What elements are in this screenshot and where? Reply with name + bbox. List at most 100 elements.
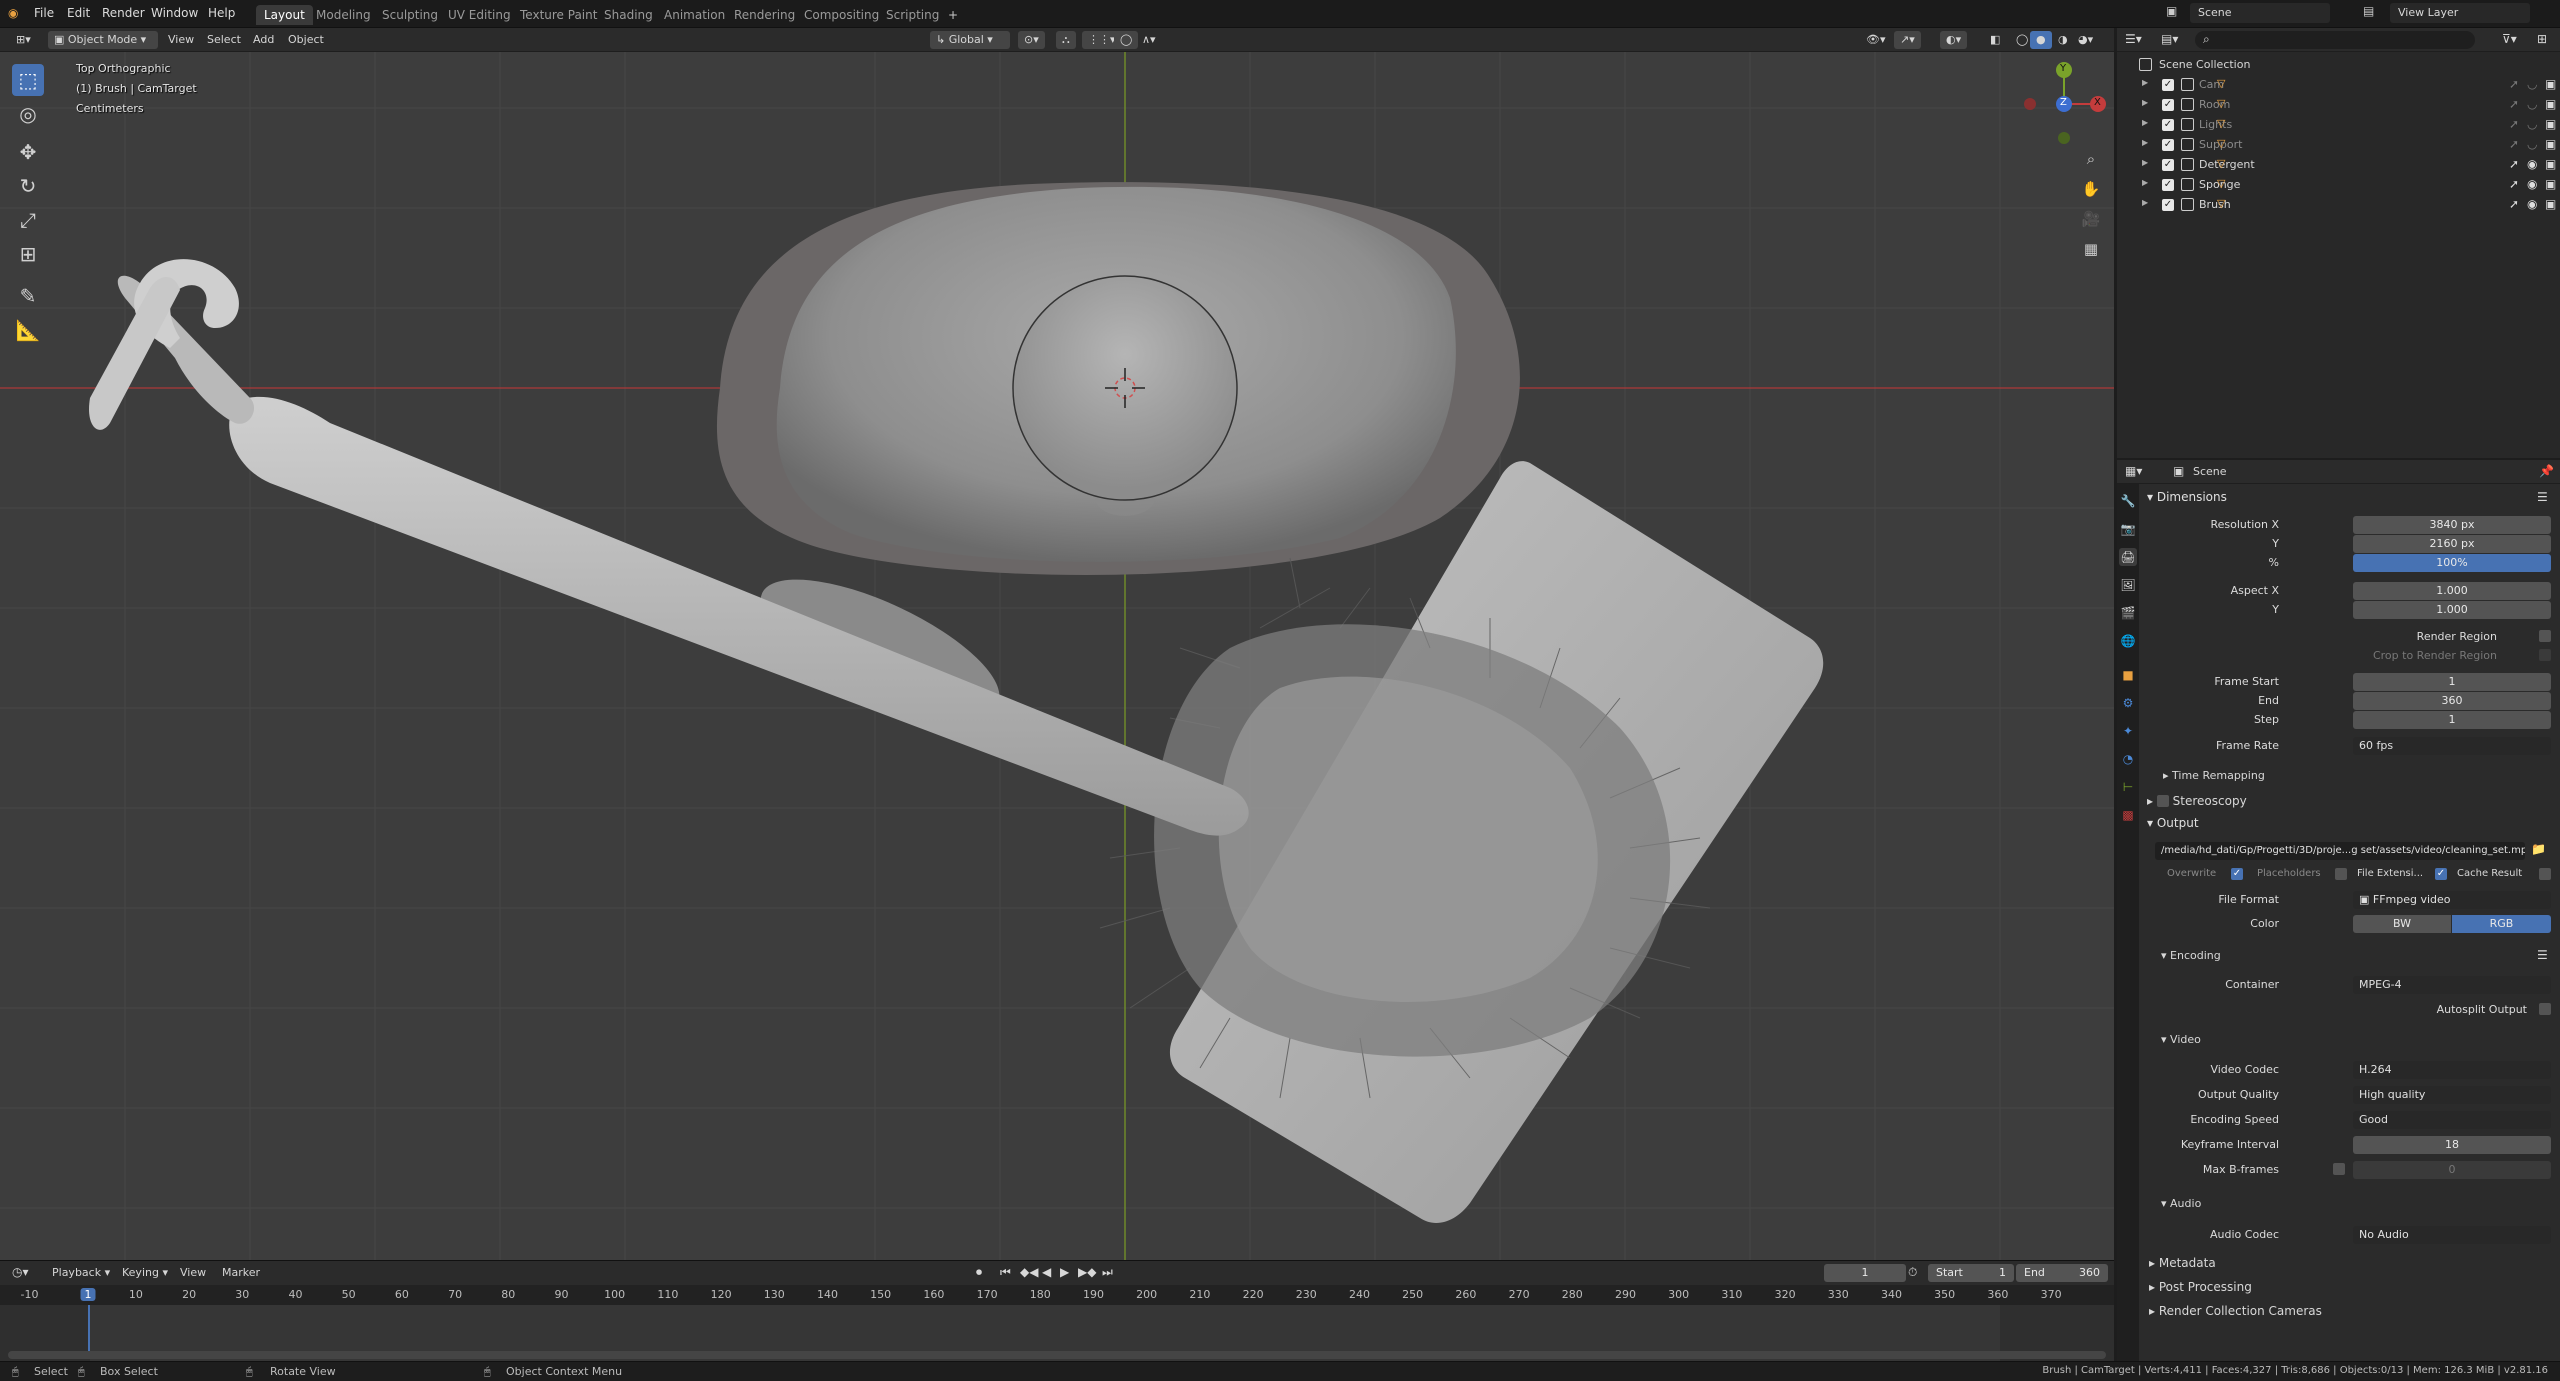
mode-selector[interactable]: ▣ Object Mode ▾ [48,31,158,49]
expand-arrow-icon[interactable]: ▶ [2142,158,2148,167]
proportional-edit-icon[interactable]: ◯ [1114,31,1139,49]
placeholders-checkbox[interactable] [2335,868,2347,880]
solid-shading-icon[interactable]: ● [2030,31,2052,49]
jump-start-icon[interactable]: ⏮ [1000,1265,1011,1280]
transform-tool-icon[interactable]: ⊞ [12,238,44,270]
scale-tool-icon[interactable]: ⤢ [12,204,44,236]
encoding-panel-header[interactable]: ▾ Encoding [2161,949,2221,962]
eye-icon[interactable]: ◡ [2527,137,2537,151]
outliner-item-brush[interactable]: ▶ ✓ Brush ▽ ➚ ◉ ▣ [2117,195,2560,215]
pin-icon[interactable]: 📌 [2539,464,2554,478]
filter-icon[interactable]: ⊽▾ [2502,32,2517,46]
snap-icon[interactable]: ⛬ [1056,31,1076,49]
timeline-editor-icon[interactable]: ◷▾ [12,1265,29,1279]
frame-step-field[interactable]: 1 [2353,711,2551,729]
stereoscopy-checkbox[interactable] [2156,795,2169,807]
resolution-y-field[interactable]: 2160 px [2353,535,2551,553]
exclude-checkbox[interactable]: ✓ [2162,99,2174,111]
file-extensions-checkbox[interactable]: ✓ [2435,868,2447,880]
world-tab-icon[interactable]: 🌐 [2119,632,2137,650]
menu-file[interactable]: File [34,6,54,20]
audio-codec-dropdown[interactable]: No Audio [2353,1226,2551,1244]
rendered-shading-icon[interactable]: ◕▾ [2072,31,2099,49]
gizmo-toggle-icon[interactable]: ↗▾ [1894,31,1921,49]
menu-view[interactable]: View [168,33,194,46]
menu-add[interactable]: Add [253,33,274,46]
eye-icon[interactable]: ◡ [2527,97,2537,111]
exclude-checkbox[interactable]: ✓ [2162,179,2174,191]
resolution-percent-slider[interactable]: 100% [2353,554,2551,572]
camera-render-icon[interactable]: ▣ [2545,177,2556,191]
tab-texture-paint[interactable]: Texture Paint [512,5,605,25]
cache-result-checkbox[interactable] [2539,868,2551,880]
video-panel-header[interactable]: ▾ Video [2161,1033,2201,1046]
tab-shading[interactable]: Shading [596,5,661,25]
camera-render-icon[interactable]: ▣ [2545,117,2556,131]
prev-keyframe-icon[interactable]: ◆◀ [1020,1265,1038,1279]
menu-edit[interactable]: Edit [67,6,90,20]
menu-render[interactable]: Render [102,6,145,20]
render-region-checkbox[interactable] [2539,630,2551,642]
selectable-arrow-icon[interactable]: ➚ [2509,177,2519,191]
eye-icon[interactable]: ◉ [2527,157,2537,171]
select-box-tool-icon[interactable]: ⬚ [12,64,44,96]
play-icon[interactable]: ▶ [1060,1265,1069,1279]
color-rgb-button[interactable]: RGB [2452,915,2551,933]
outliner-editor-icon[interactable]: ☰▾ [2125,32,2142,46]
editor-type-icon[interactable]: ⊞▾ [10,31,37,49]
navigation-gizmo[interactable]: Y X Z [2020,58,2110,148]
selectable-arrow-icon[interactable]: ➚ [2509,137,2519,151]
start-frame-field[interactable]: Start 1 [1928,1264,2014,1282]
menu-timeline-view[interactable]: View [180,1266,206,1279]
tab-modeling[interactable]: Modeling [308,5,379,25]
exclude-checkbox[interactable]: ✓ [2162,79,2174,91]
autosplit-checkbox[interactable] [2539,1003,2551,1015]
outliner-item-cam[interactable]: ▶ ✓ Cam ▽ ➚ ◡ ▣ [2117,75,2560,95]
menu-marker[interactable]: Marker [222,1266,260,1279]
menu-select[interactable]: Select [207,33,241,46]
color-bw-button[interactable]: BW [2353,915,2451,933]
menu-keying[interactable]: Keying ▾ [122,1266,168,1279]
aspect-x-field[interactable]: 1.000 [2353,582,2551,600]
move-tool-icon[interactable]: ✥ [12,136,44,168]
texture-tab-icon[interactable]: ▩ [2119,806,2137,824]
dimensions-panel-header[interactable]: ▾ Dimensions [2147,490,2227,504]
folder-icon[interactable]: 📁 [2531,842,2546,856]
display-mode-icon[interactable]: ▤▾ [2161,32,2178,46]
camera-render-icon[interactable]: ▣ [2545,97,2556,111]
timeline-scrollbar[interactable] [8,1351,2106,1359]
blender-logo-icon[interactable]: ◉ [8,6,18,20]
measure-tool-icon[interactable]: 📐 [12,314,44,346]
file-format-dropdown[interactable]: ▣ FFmpeg video [2353,891,2551,909]
expand-arrow-icon[interactable]: ▶ [2142,118,2148,127]
cursor-tool-icon[interactable]: ◎ [12,98,44,130]
tab-layout[interactable]: Layout [256,5,313,25]
output-quality-dropdown[interactable]: High quality [2353,1086,2551,1104]
tab-animation[interactable]: Animation [656,5,733,25]
presets-icon[interactable]: ☰ [2537,490,2548,504]
expand-arrow-icon[interactable]: ▶ [2142,98,2148,107]
menu-playback[interactable]: Playback ▾ [52,1266,110,1279]
overlay-toggle-icon[interactable]: ◐▾ [1940,31,1968,49]
camera-render-icon[interactable]: ▣ [2545,137,2556,151]
zoom-icon[interactable]: ⌕ [2078,146,2104,172]
encoding-speed-dropdown[interactable]: Good [2353,1111,2551,1129]
scene-selector[interactable]: Scene [2190,3,2330,23]
selectable-arrow-icon[interactable]: ➚ [2509,77,2519,91]
render-collection-cameras-panel-header[interactable]: ▸ Render Collection Cameras [2149,1304,2322,1318]
post-processing-panel-header[interactable]: ▸ Post Processing [2149,1280,2252,1294]
jump-end-icon[interactable]: ⏭ [1102,1265,1113,1280]
orientation-selector[interactable]: ↳ Global ▾ [930,31,1010,49]
xray-icon[interactable]: ◧ [1984,31,2006,49]
outliner-item-sponge[interactable]: ▶ ✓ Sponge ▽ ➚ ◉ ▣ [2117,175,2560,195]
menu-window[interactable]: Window [151,6,198,20]
exclude-checkbox[interactable]: ✓ [2162,119,2174,131]
tab-compositing[interactable]: Compositing [796,5,887,25]
preview-range-icon[interactable]: ⏱ [1908,1265,1917,1280]
expand-arrow-icon[interactable]: ▶ [2142,198,2148,207]
exclude-checkbox[interactable]: ✓ [2162,139,2174,151]
properties-editor-icon[interactable]: ▦▾ [2125,464,2142,478]
resolution-x-field[interactable]: 3840 px [2353,516,2551,534]
video-codec-dropdown[interactable]: H.264 [2353,1061,2551,1079]
eye-icon[interactable]: ◉ [2527,177,2537,191]
